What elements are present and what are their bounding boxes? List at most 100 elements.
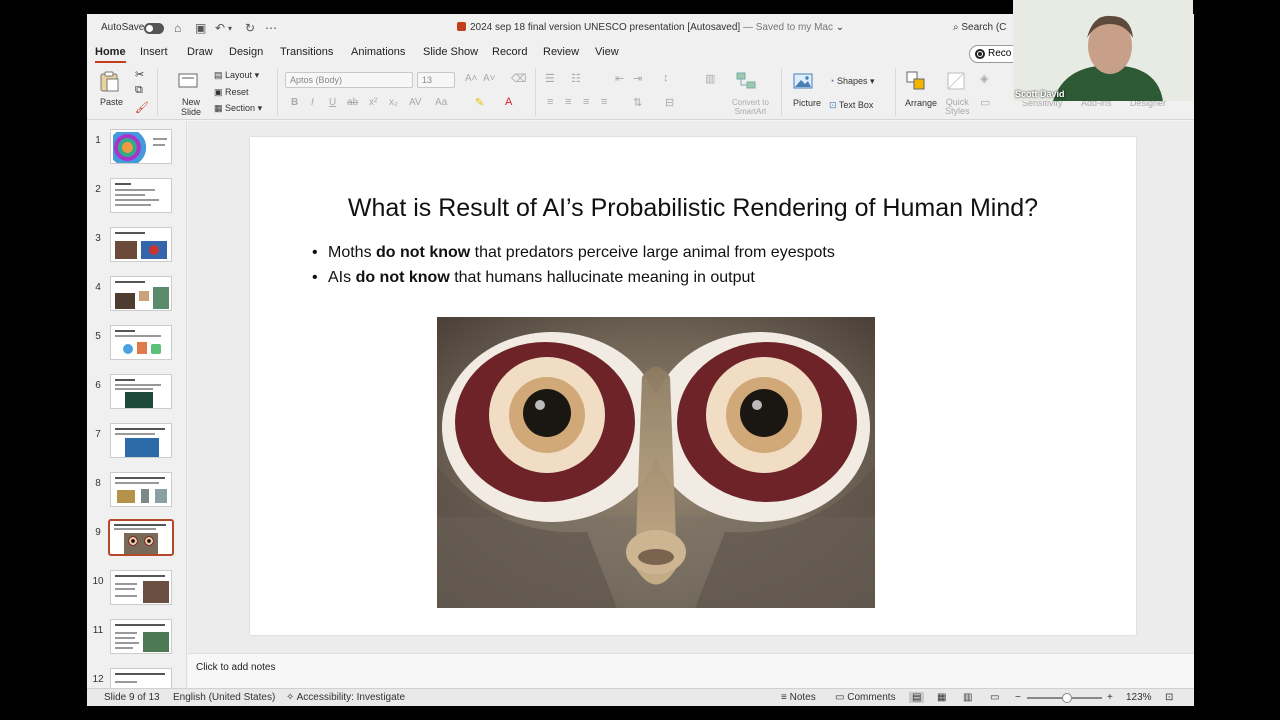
thumbnail-number: 11 — [92, 625, 104, 636]
character-spacing-icon[interactable]: AV — [409, 97, 422, 108]
font-color-icon[interactable]: A — [505, 96, 512, 108]
shapes-button[interactable]: ◔ Shapes ▾ — [829, 76, 875, 87]
bullet-list[interactable]: Moths do not know that predators perceiv… — [312, 244, 835, 294]
search-placeholder: Search (C — [961, 22, 1007, 33]
format-painter-icon[interactable]: 🖌 — [135, 101, 149, 114]
tab-draw[interactable]: Draw — [187, 46, 213, 58]
tab-insert[interactable]: Insert — [140, 46, 168, 58]
tab-design[interactable]: Design — [229, 46, 263, 58]
more-icon[interactable]: ⋯ — [265, 21, 277, 35]
slide-thumbnail-3[interactable] — [110, 227, 172, 262]
bullet-item: Moths do not know that predators perceiv… — [312, 244, 835, 269]
tab-transitions[interactable]: Transitions — [280, 46, 333, 58]
italic-icon[interactable]: I — [311, 97, 314, 108]
autosave-toggle[interactable] — [144, 23, 164, 34]
reset-button[interactable]: ▣ Reset — [214, 87, 249, 98]
tab-animations[interactable]: Animations — [351, 46, 405, 58]
notes-placeholder[interactable]: Click to add notes — [196, 662, 276, 673]
font-name-field[interactable]: Aptos (Body) — [285, 72, 413, 88]
new-slide-icon[interactable] — [177, 70, 199, 92]
paste-icon[interactable] — [98, 70, 120, 92]
slide-thumbnail-6[interactable] — [110, 374, 172, 409]
text-direction-icon[interactable]: ⇅ — [633, 96, 642, 109]
slide-thumbnail-2[interactable] — [110, 178, 172, 213]
font-size-field[interactable]: 13 — [417, 72, 455, 88]
underline-icon[interactable]: U — [329, 97, 336, 108]
slide-sorter-icon[interactable]: ▦ — [937, 692, 946, 703]
align-text-icon[interactable]: ⊟ — [665, 96, 674, 109]
shape-outline-icon[interactable]: ▭ — [980, 96, 990, 109]
cut-icon[interactable]: ✂ — [135, 68, 144, 81]
shapes-label: Shapes — [836, 76, 868, 86]
line-spacing-icon[interactable]: ↕ — [663, 72, 669, 84]
change-case-icon[interactable]: Aa — [435, 97, 447, 108]
current-slide[interactable]: What is Result of AI’s Probabilistic Ren… — [250, 137, 1136, 635]
normal-view-icon[interactable]: ▤ — [909, 692, 925, 703]
undo-icon[interactable]: ↶ — [215, 21, 225, 35]
slide-show-icon[interactable]: ▭ — [990, 692, 999, 703]
tab-home[interactable]: Home — [95, 46, 126, 63]
bullets-icon[interactable]: ☰ — [545, 72, 555, 85]
language-indicator[interactable]: English (United States) — [173, 692, 275, 703]
slide-thumbnail-10[interactable] — [110, 570, 172, 605]
quick-styles-icon[interactable] — [945, 70, 967, 92]
justify-icon[interactable]: ≡ — [601, 96, 607, 108]
highlight-icon[interactable]: ✎ — [475, 96, 484, 109]
tab-slide-show[interactable]: Slide Show — [423, 46, 478, 58]
reading-view-icon[interactable]: ▥ — [963, 692, 972, 703]
align-center-icon[interactable]: ≡ — [565, 96, 571, 108]
slide-thumbnails-pane: 1 2 3 4 5 6 7 8 9 10 11 12 — [87, 121, 187, 688]
slide-thumbnail-4[interactable] — [110, 276, 172, 311]
section-button[interactable]: ▦ Section ▾ — [214, 103, 262, 114]
align-left-icon[interactable]: ≡ — [547, 96, 553, 108]
arrange-icon[interactable] — [905, 70, 927, 92]
search-box[interactable]: ⌕ Search (C — [953, 22, 1006, 33]
slide-thumbnail-12[interactable] — [110, 668, 172, 688]
zoom-out-button[interactable]: − — [1015, 692, 1021, 703]
tab-review[interactable]: Review — [543, 46, 579, 58]
slide-thumbnail-7[interactable] — [110, 423, 172, 458]
smartart-icon[interactable] — [735, 70, 757, 92]
zoom-level[interactable]: 123% — [1126, 692, 1152, 703]
status-bar: Slide 9 of 13 English (United States) ✧ … — [87, 688, 1194, 706]
align-right-icon[interactable]: ≡ — [583, 96, 589, 108]
grow-font-icon[interactable]: A˄ — [465, 73, 478, 84]
slide-thumbnail-8[interactable] — [110, 472, 172, 507]
numbering-icon[interactable]: ☷ — [571, 72, 581, 85]
strikethrough-icon[interactable]: ab — [347, 97, 358, 108]
layout-button[interactable]: ▤ Layout ▾ — [214, 70, 259, 81]
decrease-indent-icon[interactable]: ⇤ — [615, 72, 624, 85]
undo-dropdown-icon[interactable]: ▾ — [228, 24, 232, 33]
clear-format-icon[interactable]: ⌫ — [511, 72, 527, 85]
shrink-font-icon[interactable]: A˅ — [483, 73, 496, 84]
slide-thumbnail-9[interactable] — [108, 519, 174, 556]
notes-pane[interactable]: Click to add notes — [188, 653, 1194, 688]
slide-thumbnail-11[interactable] — [110, 619, 172, 654]
tab-view[interactable]: View — [595, 46, 619, 58]
fit-to-window-icon[interactable]: ⊡ — [1165, 692, 1173, 703]
chevron-down-icon[interactable]: ⌄ — [836, 22, 844, 33]
home-icon[interactable]: ⌂ — [174, 21, 181, 35]
shape-fill-icon[interactable]: ◈ — [980, 72, 988, 85]
columns-icon[interactable]: ▥ — [705, 72, 715, 85]
slide-thumbnail-1[interactable] — [110, 129, 172, 164]
copy-icon[interactable]: ⧉ — [135, 84, 143, 97]
redo-icon[interactable]: ↻ — [245, 21, 255, 35]
text-box-button[interactable]: ⊡ Text Box — [829, 100, 873, 111]
tab-record[interactable]: Record — [492, 46, 527, 58]
moth-eyespots-image[interactable] — [437, 317, 875, 608]
bullet-emphasis: do not know — [355, 269, 450, 286]
save-icon[interactable]: ▣ — [195, 21, 206, 35]
zoom-slider-handle[interactable] — [1062, 693, 1072, 703]
slide-thumbnail-5[interactable] — [110, 325, 172, 360]
picture-icon[interactable] — [792, 70, 814, 92]
superscript-icon[interactable]: x² — [369, 97, 377, 108]
comments-button[interactable]: ▭ Comments — [835, 692, 896, 703]
subscript-icon[interactable]: x₂ — [389, 97, 398, 108]
zoom-in-button[interactable]: + — [1107, 692, 1113, 703]
increase-indent-icon[interactable]: ⇥ — [633, 72, 642, 85]
bold-icon[interactable]: B — [291, 97, 298, 108]
notes-button[interactable]: ≡ Notes — [781, 692, 816, 703]
slide-title[interactable]: What is Result of AI’s Probabilistic Ren… — [250, 194, 1136, 223]
accessibility-button[interactable]: ✧ Accessibility: Investigate — [286, 692, 405, 703]
